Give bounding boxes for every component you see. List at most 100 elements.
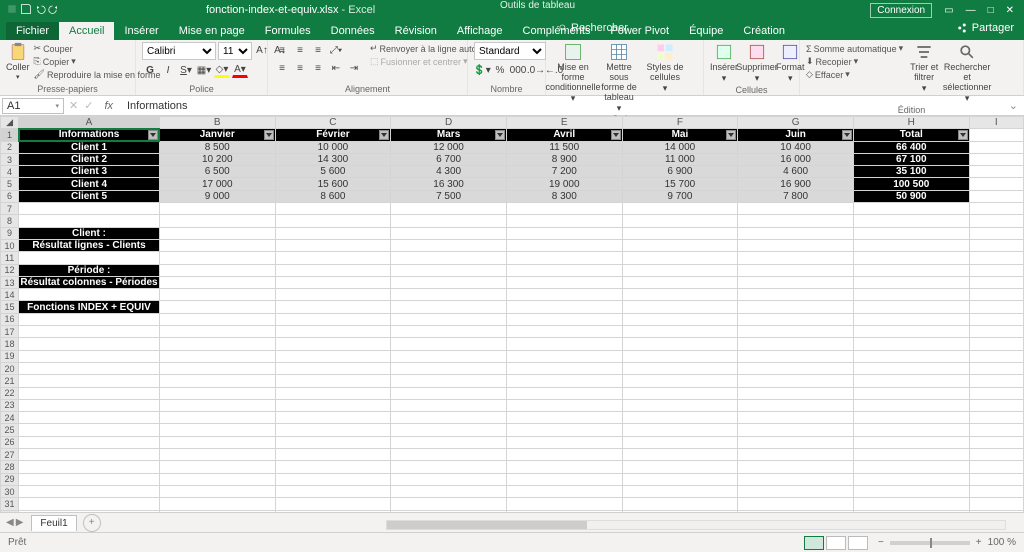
cell[interactable] — [391, 276, 507, 288]
cell[interactable] — [853, 387, 969, 399]
bold-icon[interactable]: G — [142, 62, 158, 78]
cell[interactable] — [969, 276, 1023, 288]
cell[interactable] — [506, 301, 622, 313]
cell[interactable] — [853, 227, 969, 239]
row-header[interactable]: 6 — [1, 190, 19, 202]
cell[interactable] — [391, 289, 507, 301]
table-header-cell[interactable]: Informations — [19, 129, 160, 141]
cell[interactable] — [853, 412, 969, 424]
cell[interactable] — [853, 252, 969, 264]
cell[interactable] — [506, 375, 622, 387]
cell[interactable] — [159, 252, 275, 264]
table-cell[interactable]: 6 900 — [622, 166, 738, 178]
cell[interactable] — [738, 436, 854, 448]
info-cell[interactable]: Période : — [19, 264, 160, 276]
tab-mise-en-page[interactable]: Mise en page — [169, 22, 255, 40]
cell[interactable] — [853, 424, 969, 436]
cell[interactable] — [391, 338, 507, 350]
cell[interactable] — [738, 473, 854, 485]
cell[interactable] — [19, 473, 160, 485]
table-cell[interactable]: 15 700 — [622, 178, 738, 190]
table-cell[interactable]: 66 400 — [853, 141, 969, 153]
cell[interactable] — [506, 498, 622, 510]
table-row-label[interactable]: Client 5 — [19, 190, 160, 202]
insert-cells-button[interactable]: Insérer▾ — [710, 42, 738, 84]
cell[interactable] — [159, 412, 275, 424]
table-cell[interactable]: 11 500 — [506, 141, 622, 153]
cell[interactable] — [506, 424, 622, 436]
cell[interactable] — [622, 203, 738, 215]
cell[interactable] — [853, 289, 969, 301]
col-header[interactable]: G — [738, 117, 854, 129]
cell[interactable] — [622, 326, 738, 338]
cell[interactable] — [275, 239, 391, 251]
row-header[interactable]: 2 — [1, 141, 19, 153]
cell[interactable] — [159, 399, 275, 411]
table-cell[interactable]: 4 600 — [738, 166, 854, 178]
table-cell[interactable]: 35 100 — [853, 166, 969, 178]
orientation-icon[interactable]: ⤢▾ — [328, 42, 344, 58]
cell[interactable] — [506, 326, 622, 338]
row-header[interactable]: 11 — [1, 252, 19, 264]
row-header[interactable]: 13 — [1, 276, 19, 288]
percent-icon[interactable]: % — [492, 62, 508, 78]
cell[interactable] — [969, 289, 1023, 301]
col-header[interactable]: F — [622, 117, 738, 129]
row-header[interactable]: 23 — [1, 399, 19, 411]
cell[interactable] — [853, 375, 969, 387]
cell[interactable] — [969, 424, 1023, 436]
share-button[interactable]: Partager — [956, 22, 1014, 34]
cell[interactable] — [159, 239, 275, 251]
cell[interactable] — [391, 461, 507, 473]
table-cell[interactable]: 8 600 — [275, 190, 391, 202]
cell[interactable] — [622, 399, 738, 411]
cell[interactable] — [159, 362, 275, 374]
cell[interactable] — [853, 239, 969, 251]
formula-bar[interactable]: Informations — [121, 100, 1009, 112]
cell[interactable] — [391, 239, 507, 251]
view-page-layout-icon[interactable] — [826, 536, 846, 550]
cell[interactable] — [275, 264, 391, 276]
row-header[interactable]: 19 — [1, 350, 19, 362]
cell[interactable] — [275, 215, 391, 227]
cell[interactable] — [853, 203, 969, 215]
row-header[interactable]: 30 — [1, 485, 19, 497]
cell[interactable] — [738, 203, 854, 215]
cell[interactable] — [622, 436, 738, 448]
cell[interactable] — [506, 485, 622, 497]
inc-decimal-icon[interactable]: .0→ — [528, 62, 544, 78]
row-header[interactable]: 20 — [1, 362, 19, 374]
cell[interactable] — [622, 449, 738, 461]
cell[interactable] — [391, 449, 507, 461]
cell[interactable] — [506, 289, 622, 301]
name-box[interactable]: A1▾ — [2, 98, 64, 114]
filter-dropdown-icon[interactable] — [379, 130, 389, 140]
cell[interactable] — [622, 461, 738, 473]
table-cell[interactable]: 19 000 — [506, 178, 622, 190]
fill-color-icon[interactable]: ◇▾ — [214, 62, 230, 78]
cell[interactable] — [853, 215, 969, 227]
cell[interactable] — [19, 326, 160, 338]
row-header[interactable]: 27 — [1, 449, 19, 461]
row-header[interactable]: 10 — [1, 239, 19, 251]
cell[interactable] — [853, 350, 969, 362]
cell[interactable] — [738, 362, 854, 374]
cell[interactable] — [853, 301, 969, 313]
delete-cells-button[interactable]: Supprimer▾ — [742, 42, 772, 84]
tab-formules[interactable]: Formules — [255, 22, 321, 40]
cell[interactable] — [622, 313, 738, 325]
col-header[interactable]: C — [275, 117, 391, 129]
table-row-label[interactable]: Client 2 — [19, 153, 160, 165]
row-header[interactable]: 12 — [1, 264, 19, 276]
tab-affichage[interactable]: Affichage — [447, 22, 513, 40]
cell[interactable] — [391, 350, 507, 362]
cell[interactable] — [19, 424, 160, 436]
cell[interactable] — [159, 485, 275, 497]
cell[interactable] — [391, 473, 507, 485]
expand-formula-icon[interactable]: ⌄ — [1009, 99, 1018, 112]
row-header[interactable]: 4 — [1, 166, 19, 178]
cell[interactable] — [391, 264, 507, 276]
table-cell[interactable]: 7 200 — [506, 166, 622, 178]
cell[interactable] — [391, 424, 507, 436]
indent-dec-icon[interactable]: ⇤ — [328, 60, 344, 76]
